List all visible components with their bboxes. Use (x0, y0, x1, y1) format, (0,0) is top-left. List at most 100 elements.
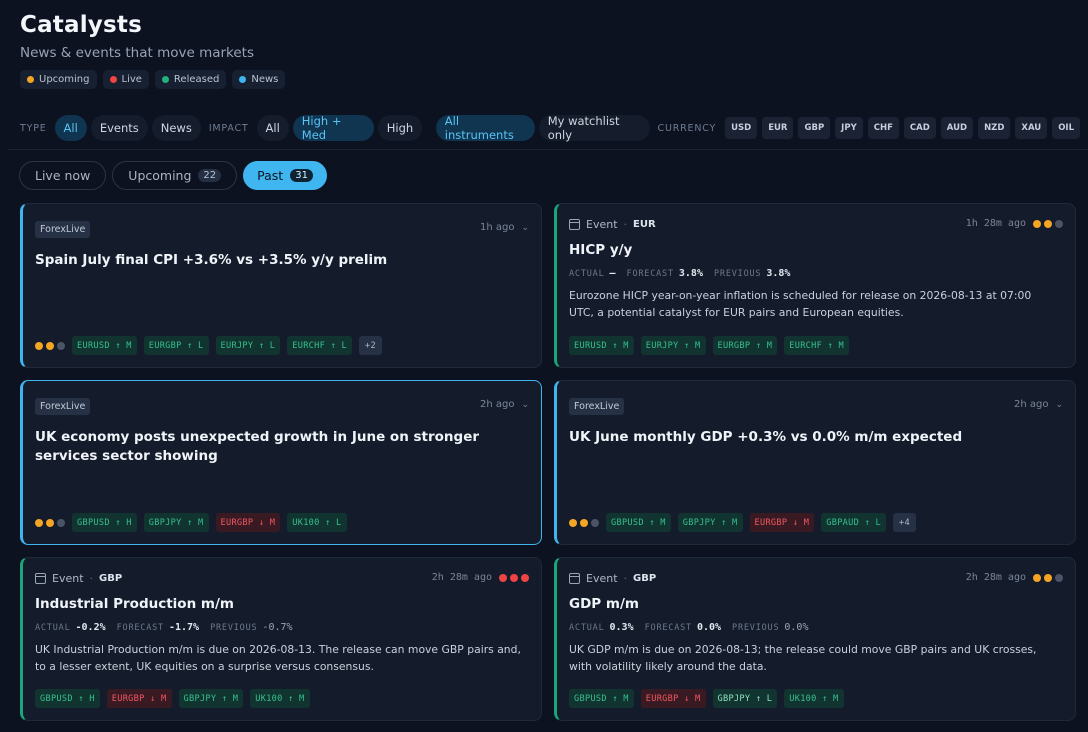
instrument-tag[interactable]: EURGBP ↓ M (215, 513, 281, 532)
currency-chip-chf[interactable]: CHF (867, 117, 899, 139)
type-filter-events[interactable]: Events (90, 115, 148, 141)
instrument-tag[interactable]: EURGBP ↓ M (106, 689, 172, 708)
instrument-tag[interactable]: EURJPY ↑ L (215, 336, 281, 355)
page-title: Catalysts (20, 12, 142, 38)
tab-past[interactable]: Past 31 (243, 161, 327, 190)
currency-filter-label: CURRENCY (657, 122, 717, 134)
actual-value: 0.3% (609, 622, 634, 633)
event-currency: EUR (633, 219, 656, 230)
instrument-tags: GBPUSD ↑ H GBPJPY ↑ M EURGBP ↓ M UK100 ↑… (35, 513, 347, 532)
instrument-tag[interactable]: GBPUSD ↑ H (72, 513, 137, 532)
currency-chip-eur[interactable]: EUR (762, 117, 794, 139)
impact-filter-high[interactable]: High (377, 115, 423, 141)
status-legend: Upcoming Live Released News (20, 70, 286, 89)
type-filter-label: TYPE (20, 122, 47, 134)
currency-chip-jpy[interactable]: JPY (835, 117, 863, 139)
section-divider (8, 149, 1088, 150)
page-header: Catalysts News & events that move market… (20, 12, 286, 89)
tab-upcoming[interactable]: Upcoming 22 (112, 161, 238, 190)
event-description: UK GDP m/m is due on 2026-08-13; the rel… (569, 643, 1037, 673)
currency-chip-oil[interactable]: OIL (1052, 117, 1080, 139)
instrument-tag[interactable]: GBPJPY ↑ L (712, 689, 778, 708)
event-title: HICP y/y (569, 242, 633, 258)
event-title: Industrial Production m/m (35, 596, 234, 612)
calendar-icon (35, 573, 46, 584)
instrument-tag[interactable]: GBPUSD ↑ M (606, 513, 671, 532)
tab-count-badge: 22 (198, 169, 222, 182)
type-filter-all[interactable]: All (54, 115, 87, 141)
instrument-tag[interactable]: GBPUSD ↑ H (35, 689, 100, 708)
instrument-tag[interactable]: EURUSD ↑ M (72, 336, 137, 355)
news-card[interactable]: ForexLive 2h ago ⌄ UK June monthly GDP +0… (554, 380, 1076, 545)
previous-value: 0.0% (784, 622, 809, 633)
currency-chip-xau[interactable]: XAU (1015, 117, 1048, 139)
news-card[interactable]: ForexLive 1h ago ⌄ Spain July final CPI +… (20, 203, 542, 368)
instrument-tag[interactable]: GBPJPY ↑ M (143, 513, 209, 532)
more-tags-badge[interactable]: +4 (893, 513, 916, 532)
legend-news: News (232, 70, 286, 89)
instrument-tags: EURUSD ↑ M EURGBP ↑ L EURJPY ↑ L EURCHF … (35, 336, 382, 355)
currency-chip-cad[interactable]: CAD (903, 117, 936, 139)
forecast-value: 0.0% (696, 622, 722, 633)
instrument-tag[interactable]: GBPUSD ↑ M (569, 689, 634, 708)
currency-chip-gbp[interactable]: GBP (798, 117, 831, 139)
event-card[interactable]: Event · GBP 2h 28m ago GDP m/m ACTUAL 0.3%… (554, 557, 1076, 721)
legend-upcoming: Upcoming (20, 70, 97, 89)
instrument-tags: EURUSD ↑ M EURJPY ↑ M EURGBP ↑ M EURCHF … (569, 336, 849, 355)
instrument-tag[interactable]: UK100 ↑ L (287, 513, 347, 532)
event-card[interactable]: Event · EUR 1h 28m ago HICP y/y ACTUAL — F… (554, 203, 1076, 368)
legend-live: Live (102, 70, 149, 89)
instrument-tag[interactable]: EURGBP ↑ M (712, 336, 778, 355)
instrument-tag[interactable]: UK100 ↑ M (250, 689, 310, 708)
instrument-tag[interactable]: EURGBP ↓ M (640, 689, 706, 708)
instrument-tag[interactable]: EURCHF ↑ L (287, 336, 352, 355)
previous-value: -0.7% (262, 622, 293, 633)
chevron-down-icon[interactable]: ⌄ (521, 223, 529, 233)
more-tags-badge[interactable]: +2 (359, 336, 382, 355)
currency-chip-aud[interactable]: AUD (940, 117, 974, 139)
chevron-down-icon[interactable]: ⌄ (1055, 400, 1063, 410)
instrument-tag[interactable]: EURCHF ↑ M (784, 336, 849, 355)
news-dot-icon (239, 76, 247, 83)
event-stats: ACTUAL -0.2% FORECAST -1.7% PREVIOUS -0.7% (35, 622, 293, 633)
catalyst-grid: ForexLive 1h ago ⌄ Spain July final CPI +… (20, 203, 1076, 721)
instrument-filter-watchlist[interactable]: My watchlist only (538, 114, 650, 142)
instrument-filter-all[interactable]: All instruments (435, 114, 535, 142)
impact-filter-label: IMPACT (208, 122, 249, 134)
previous-value: 3.8% (766, 268, 791, 279)
instrument-tag[interactable]: GBPJPY ↑ M (677, 513, 743, 532)
event-card[interactable]: Event · GBP 2h 28m ago Industrial Product… (20, 557, 542, 721)
legend-released: Released (154, 70, 227, 89)
calendar-icon (569, 219, 580, 230)
impact-filter-all[interactable]: All (256, 115, 289, 141)
source-badge: ForexLive (569, 398, 625, 415)
event-description: Eurozone HICP year-on-year inflation is … (569, 289, 1032, 319)
type-filter-news[interactable]: News (151, 115, 201, 141)
instrument-tag[interactable]: EURGBP ↓ M (749, 513, 815, 532)
instrument-tag[interactable]: GBPJPY ↑ M (178, 689, 244, 708)
instrument-tags: GBPUSD ↑ M EURGBP ↓ M GBPJPY ↑ L UK100 ↑… (569, 689, 844, 708)
instrument-tag[interactable]: EURJPY ↑ M (640, 336, 706, 355)
source-badge: ForexLive (35, 398, 91, 415)
currency-chip-nzd[interactable]: NZD (978, 117, 1011, 139)
currency-chip-usd[interactable]: USD (725, 117, 758, 139)
card-title: UK economy posts unexpected growth in Ju… (35, 429, 480, 464)
event-currency: GBP (99, 573, 123, 584)
impact-dots-icon (1033, 573, 1063, 582)
chevron-down-icon[interactable]: ⌄ (521, 400, 529, 410)
instrument-tag[interactable]: EURGBP ↑ L (143, 336, 209, 355)
news-card[interactable]: ForexLive 2h ago ⌄ UK economy posts unexp… (20, 380, 542, 545)
impact-dots-icon (499, 573, 529, 582)
upcoming-dot-icon (27, 76, 34, 83)
instrument-tag[interactable]: UK100 ↑ M (784, 689, 844, 708)
tab-live-now[interactable]: Live now (19, 161, 107, 190)
instrument-tag[interactable]: EURUSD ↑ M (569, 336, 634, 355)
released-dot-icon (161, 76, 169, 83)
impact-filter-high-med[interactable]: High + Med (292, 114, 374, 142)
event-currency: GBP (633, 573, 657, 584)
actual-value: -0.2% (75, 622, 106, 633)
page-subtitle: News & events that move markets (20, 45, 255, 61)
instrument-tag[interactable]: GBPAUD ↑ L (821, 513, 886, 532)
card-title: UK June monthly GDP +0.3% vs 0.0% m/m ex… (569, 429, 963, 445)
tab-count-badge: 31 (290, 169, 313, 182)
